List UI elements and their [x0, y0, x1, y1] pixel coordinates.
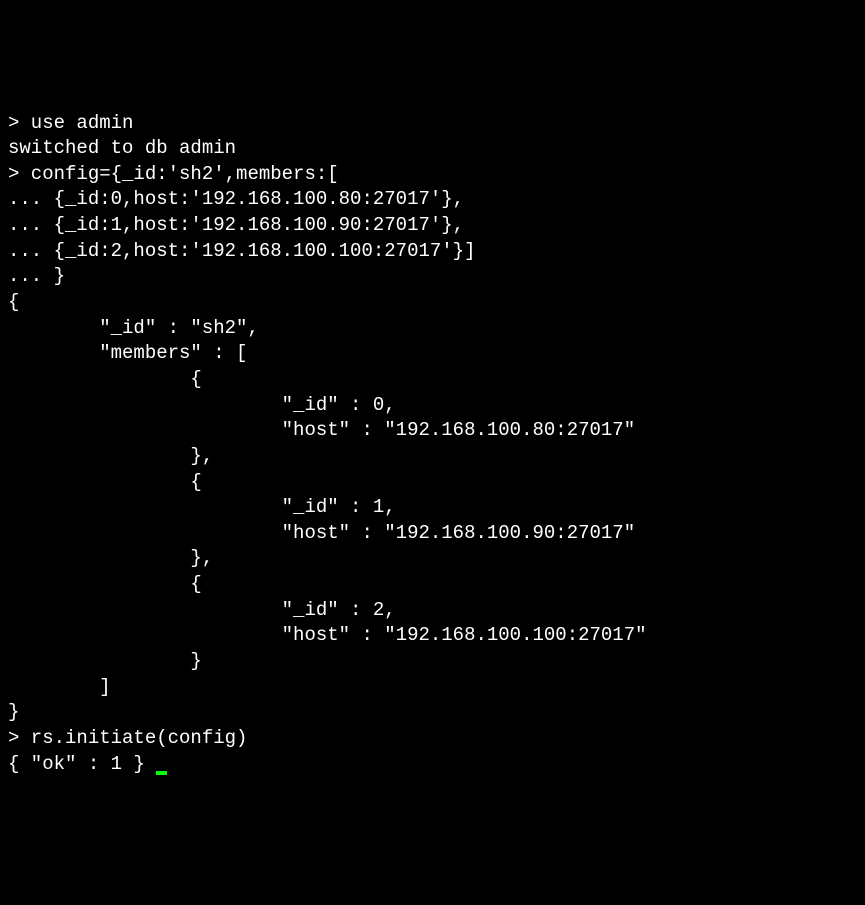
terminal-line: "_id" : 2, [8, 599, 396, 621]
terminal-line: "members" : [ [8, 342, 247, 364]
terminal-line: }, [8, 445, 213, 467]
terminal-line: }, [8, 547, 213, 569]
terminal-line: } [8, 650, 202, 672]
terminal-line: > use admin [8, 112, 133, 134]
terminal-line: "_id" : "sh2", [8, 317, 259, 339]
terminal-line: > rs.initiate(config) [8, 727, 247, 749]
terminal-line: "host" : "192.168.100.80:27017" [8, 419, 635, 441]
terminal-line: "host" : "192.168.100.100:27017" [8, 624, 647, 646]
terminal-line: { [8, 368, 202, 390]
terminal-line: "host" : "192.168.100.90:27017" [8, 522, 635, 544]
terminal-line: { [8, 573, 202, 595]
terminal-line: ] [8, 676, 111, 698]
terminal-line: switched to db admin [8, 137, 236, 159]
terminal-line: "_id" : 0, [8, 394, 396, 416]
terminal-line: ... } [8, 265, 65, 287]
terminal-output[interactable]: > use admin switched to db admin > confi… [8, 111, 857, 778]
terminal-line: { [8, 471, 202, 493]
terminal-line: ... {_id:2,host:'192.168.100.100:27017'}… [8, 240, 475, 262]
terminal-line: "_id" : 1, [8, 496, 396, 518]
terminal-line: ... {_id:1,host:'192.168.100.90:27017'}, [8, 214, 464, 236]
terminal-line: ... {_id:0,host:'192.168.100.80:27017'}, [8, 188, 464, 210]
terminal-line: > config={_id:'sh2',members:[ [8, 163, 339, 185]
terminal-line: } [8, 701, 19, 723]
cursor-icon [156, 771, 167, 775]
terminal-line: { "ok" : 1 } [8, 753, 145, 775]
terminal-line: { [8, 291, 19, 313]
